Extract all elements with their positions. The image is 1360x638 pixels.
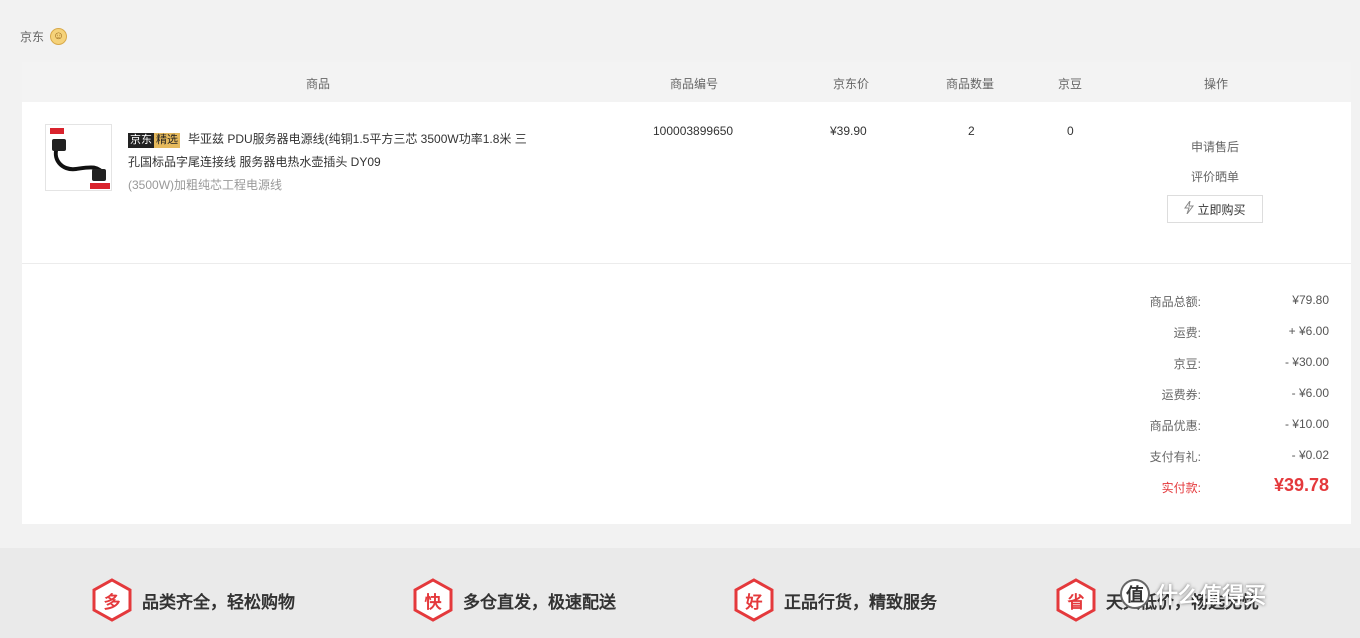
summary-row: 支付有礼: - ¥0.02 [22, 448, 1351, 468]
qty-value: 2 [968, 124, 975, 138]
summary-label: 运费券: [1161, 388, 1201, 402]
table-row: 京东 精选 毕亚兹 PDU服务器电源线(纯铜1.5平方三芯 3500W功率1.8米 … [22, 102, 1351, 264]
order-card: 商品 商品编号 京东价 商品数量 京豆 操作 京东 精选 毕亚兹 PDU服务器电源线… [22, 62, 1351, 524]
operations: 申请售后 评价晒单 立即购买 [1160, 132, 1270, 223]
buy-again-button[interactable]: 立即购买 [1167, 195, 1263, 223]
summary-row: 运费: + ¥6.00 [22, 324, 1351, 344]
shop-header: 京东 ☺ [20, 28, 68, 45]
promise-item: 快 多仓直发，极速配送 [413, 578, 616, 622]
col-price: 京东价 [833, 77, 870, 91]
promise-text: 多仓直发，极速配送 [463, 592, 616, 612]
summary-value: - ¥10.00 [1284, 417, 1329, 431]
summary-value: ¥79.80 [1292, 293, 1329, 307]
summary-row: 商品总额: ¥79.80 [22, 293, 1351, 313]
badge-jd: 京东 [128, 133, 154, 148]
summary-total-row: 实付款: ¥39.78 [22, 475, 1351, 499]
product-name[interactable]: 京东 精选 毕亚兹 PDU服务器电源线(纯铜1.5平方三芯 3500W功率1.8米 … [128, 128, 528, 197]
watermark-logo-icon: 值 [1120, 579, 1150, 609]
summary-label: 支付有礼: [1149, 450, 1201, 464]
promise-text: 品类齐全，轻松购物 [142, 592, 295, 612]
table-header: 商品 商品编号 京东价 商品数量 京豆 操作 [22, 62, 1351, 102]
hexagon-badge-icon: 快 [413, 578, 453, 622]
product-title[interactable]: 毕亚兹 PDU服务器电源线(纯铜1.5平方三芯 3500W功率1.8米 三孔国标… [128, 132, 527, 169]
summary-row: 商品优惠: - ¥10.00 [22, 417, 1351, 437]
promise-text: 正品行货，精致服务 [784, 592, 937, 612]
hexagon-badge-icon: 多 [92, 578, 132, 622]
summary-value: - ¥0.02 [1291, 448, 1329, 462]
total-label: 实付款: [1161, 481, 1201, 495]
promise-item: 多 品类齐全，轻松购物 [92, 578, 295, 622]
buy-again-label: 立即购买 [1197, 202, 1246, 217]
product-spec: (3500W)加粗纯芯工程电源线 [128, 178, 283, 192]
summary-value: + ¥6.00 [1288, 324, 1329, 338]
summary-label: 运费: [1173, 326, 1201, 340]
lightning-icon [1184, 200, 1195, 217]
col-sku: 商品编号 [670, 77, 719, 91]
summary-value: - ¥30.00 [1284, 355, 1329, 369]
watermark-text: 什么值得买 [1156, 583, 1267, 608]
col-beans: 京豆 [1058, 77, 1083, 91]
col-product: 商品 [306, 77, 331, 91]
review-link[interactable]: 评价晒单 [1160, 162, 1270, 192]
product-thumbnail[interactable] [45, 124, 112, 191]
badge-selected: 精选 [154, 133, 180, 148]
after-sale-link[interactable]: 申请售后 [1160, 132, 1270, 162]
summary-label: 商品优惠: [1149, 419, 1201, 433]
hexagon-badge-icon: 好 [734, 578, 774, 622]
col-ops: 操作 [1204, 77, 1229, 91]
summary-label: 京豆: [1173, 357, 1201, 371]
price-value: ¥39.90 [830, 124, 867, 138]
sku-value: 100003899650 [653, 124, 734, 138]
summary-label: 商品总额: [1149, 295, 1201, 309]
promise-item: 好 正品行货，精致服务 [734, 578, 937, 622]
hexagon-badge-icon: 省 [1056, 578, 1096, 622]
total-value: ¥39.78 [1273, 475, 1329, 495]
beans-value: 0 [1067, 124, 1074, 138]
shop-name[interactable]: 京东 [20, 28, 44, 45]
smiley-icon[interactable]: ☺ [50, 28, 68, 45]
col-qty: 商品数量 [946, 77, 995, 91]
summary-row: 京豆: - ¥30.00 [22, 355, 1351, 375]
summary-row: 运费券: - ¥6.00 [22, 386, 1351, 406]
watermark: 值 什么值得买 [1120, 578, 1266, 610]
summary-value: - ¥6.00 [1291, 386, 1329, 400]
